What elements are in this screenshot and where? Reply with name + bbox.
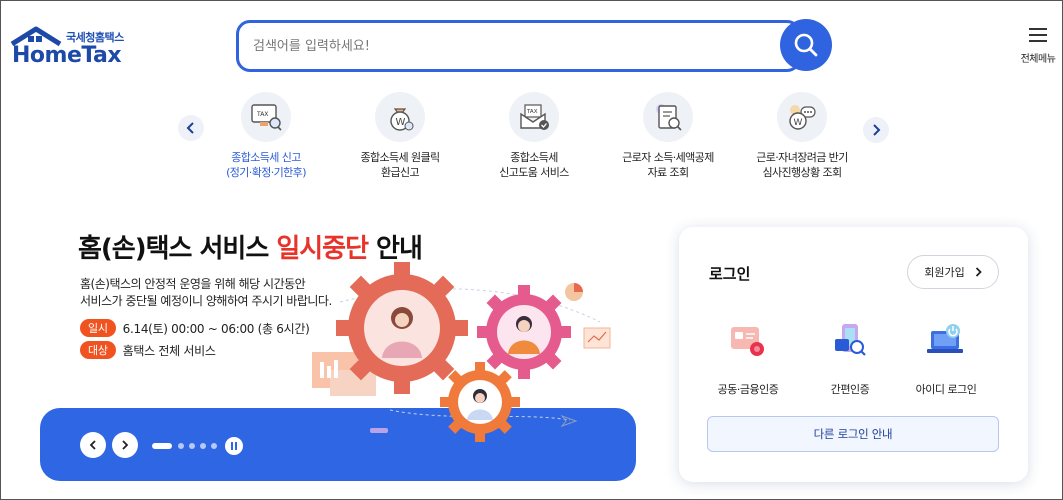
search-input[interactable] [253, 35, 773, 57]
tax-monitor-icon: TAX [241, 92, 291, 142]
banner-title: 홈(손)택스 서비스 일시중단 안내 [78, 228, 423, 265]
signup-button[interactable]: 회원가입 [907, 255, 999, 289]
chevron-right-icon [975, 267, 982, 277]
other-login-button[interactable]: 다른 로그인 안내 [707, 416, 999, 452]
quick-item-label: 종합소득세 신고 [231, 151, 301, 164]
login-option-label: 간편인증 [830, 383, 870, 396]
document-search-icon [643, 92, 693, 142]
chat-money-icon: W [777, 92, 827, 142]
quick-item-one-click-refund[interactable]: W 종합소득세 원클릭 환급신고 [330, 92, 470, 180]
pagination-dot[interactable] [189, 443, 195, 449]
banner-title-highlight: 일시중단 [276, 234, 369, 264]
other-login-label: 다른 로그인 안내 [813, 427, 893, 441]
banner-title-text: 홈(손)택스 서비스 [78, 234, 277, 264]
hamburger-icon [1029, 28, 1047, 42]
quick-item-deduction-data[interactable]: 근로자 소득·세액공제 자료 조회 [598, 92, 738, 180]
certificate-card-icon [731, 327, 764, 356]
chevron-right-icon [122, 440, 129, 450]
quick-item-label: 종합소득세 원클릭 [360, 151, 440, 164]
full-menu-label: 전체메뉴 [1020, 54, 1056, 65]
quick-item-label: 근로자 소득·세액공제 [622, 151, 714, 164]
search-icon [794, 33, 818, 57]
quick-item-label: 근로·자녀장려금 반기 [756, 151, 848, 164]
quick-item-sublabel: 자료 조회 [647, 166, 690, 179]
laptop-power-icon [927, 324, 963, 353]
money-bag-icon: W [375, 92, 425, 142]
login-option-label: 공동·금융인증 [717, 383, 779, 396]
chevron-right-icon [873, 124, 881, 136]
search-button[interactable] [780, 19, 832, 71]
svg-text:W: W [794, 118, 803, 128]
quick-item-sublabel: 신고도움 서비스 [499, 166, 569, 179]
pagination-dot[interactable] [178, 443, 184, 449]
schedule-tag: 일시 [80, 319, 116, 337]
svg-text:TAX: TAX [526, 109, 538, 115]
login-option-certificate[interactable]: 공동·금융인증 [693, 319, 803, 397]
pagination-dot-active[interactable] [152, 443, 172, 449]
banner-pause-button[interactable] [225, 437, 243, 455]
schedule-row: 일시 6.14(토) 00:00 ~ 06:00 (총 6시간) [80, 319, 310, 337]
target-row: 대상 홈택스 전체 서비스 [80, 341, 216, 359]
hometax-logo[interactable]: 국세청홈택스 HomeTax [10, 26, 130, 68]
quick-item-incentive-status[interactable]: W 근로·자녀장려금 반기 심사진행상황 조회 [732, 92, 872, 180]
quick-menu-next-button[interactable] [863, 117, 889, 143]
login-option-id-login[interactable]: 아이디 로그인 [891, 319, 1001, 397]
search-box [236, 20, 801, 72]
quick-item-income-tax-filing[interactable]: TAX 종합소득세 신고 (정기·확정·기한후) [196, 92, 336, 180]
quick-item-sublabel: 심사진행상황 조회 [762, 166, 842, 179]
pagination-dot[interactable] [211, 443, 217, 449]
banner-title-suffix: 안내 [368, 234, 423, 264]
tax-envelope-icon: TAX [509, 92, 559, 142]
schedule-text: 6.14(토) 00:00 ~ 06:00 (총 6시간) [122, 321, 310, 336]
logo-title: HomeTax [12, 43, 122, 68]
login-option-simple-auth[interactable]: 간편인증 [795, 319, 905, 397]
signup-label: 회원가입 [924, 266, 965, 279]
target-tag: 대상 [80, 341, 116, 359]
svg-text:TAX: TAX [256, 111, 268, 118]
target-text: 홈택스 전체 서비스 [122, 343, 216, 358]
quick-item-sublabel: (정기·확정·기한후) [226, 166, 306, 179]
banner-next-button[interactable] [112, 432, 138, 458]
banner-illustration [312, 262, 611, 442]
pagination-dot[interactable] [200, 443, 206, 449]
login-card: 로그인 회원가입 공동·금융인증 간편인증 아이디 로그인 다른 로그인 안내 [679, 227, 1028, 482]
full-menu-button[interactable]: 전체메뉴 [1018, 28, 1058, 68]
chevron-left-icon [186, 122, 194, 134]
login-option-label: 아이디 로그인 [915, 383, 977, 396]
chevron-left-icon [89, 440, 96, 450]
quick-item-filing-help[interactable]: TAX 종합소득세 신고도움 서비스 [464, 92, 604, 180]
svg-text:W: W [396, 117, 406, 128]
quick-item-label: 종합소득세 [510, 151, 558, 164]
banner-prev-button[interactable] [80, 432, 106, 458]
login-title: 로그인 [709, 265, 751, 283]
quick-item-sublabel: 환급신고 [380, 166, 420, 179]
phone-auth-icon [835, 324, 866, 356]
